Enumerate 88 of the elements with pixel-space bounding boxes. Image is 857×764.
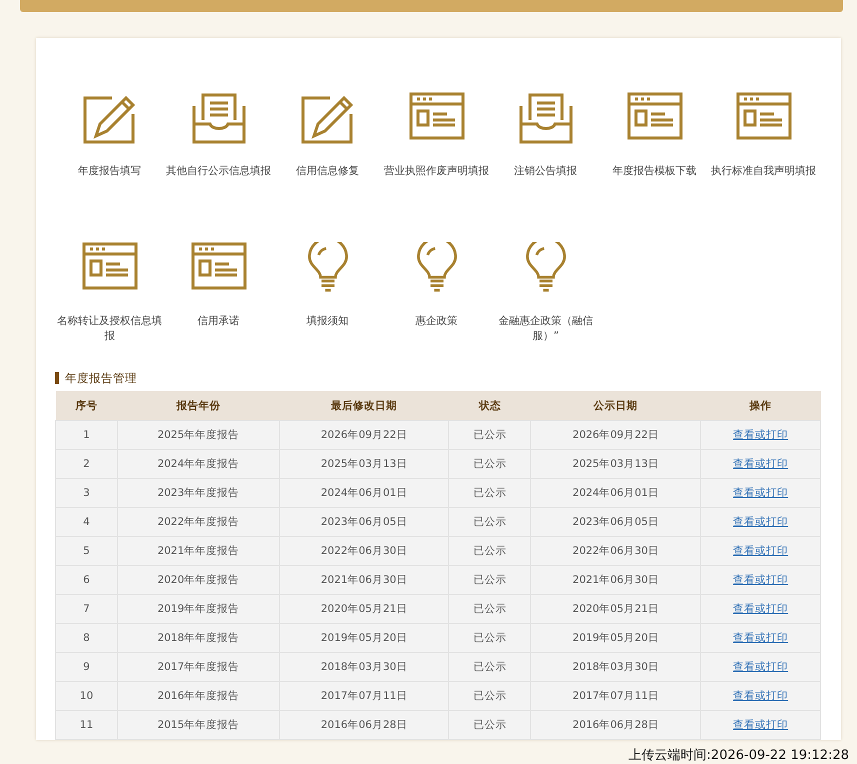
shortcut-item[interactable]: 填报须知 — [273, 232, 382, 362]
table-cell: 2023年06月05日 — [530, 508, 701, 536]
table-cell: 2019年05月20日 — [530, 624, 701, 652]
table-cell: 已公示 — [448, 682, 531, 710]
inbox-icon — [190, 92, 246, 144]
table-cell: 2020年05月21日 — [279, 594, 449, 624]
table-cell: 2025年年度报告 — [117, 420, 280, 450]
shortcut-item[interactable]: 信用信息修复 — [273, 82, 382, 212]
view-print-link[interactable]: 查看或打印 — [733, 516, 788, 528]
table-cell: 2024年年度报告 — [117, 450, 280, 478]
table-cell: 已公示 — [448, 478, 531, 508]
table-cell: 已公示 — [448, 566, 531, 594]
table-cell: 2016年06月28日 — [279, 710, 449, 740]
table-cell: 2020年05月21日 — [530, 594, 701, 624]
view-print-link[interactable]: 查看或打印 — [733, 632, 788, 644]
table-cell: 2018年年度报告 — [117, 624, 280, 652]
view-print-link[interactable]: 查看或打印 — [733, 719, 788, 731]
table-cell: 2021年06月30日 — [530, 566, 701, 594]
table-cell: 已公示 — [448, 420, 531, 450]
view-print-link[interactable]: 查看或打印 — [733, 458, 788, 470]
table-cell: 2020年年度报告 — [117, 566, 280, 594]
table-cell: 已公示 — [448, 450, 531, 478]
table-cell: 4 — [56, 508, 118, 536]
table-cell: 2026年09月22日 — [530, 420, 701, 450]
table-cell: 2022年年度报告 — [117, 508, 280, 536]
table-cell: 已公示 — [448, 624, 531, 652]
table-cell: 2021年年度报告 — [117, 536, 280, 566]
shortcut-item[interactable]: 名称转让及授权信息填报 — [55, 232, 164, 362]
table-cell: 已公示 — [448, 536, 531, 566]
shortcut-item[interactable]: 金融惠企政策（融信服）” — [491, 232, 600, 362]
table-cell: 2017年年度报告 — [117, 652, 280, 682]
table-cell: 3 — [56, 478, 118, 508]
shortcut-item[interactable]: 信用承诺 — [164, 232, 273, 362]
table-cell: 2 — [56, 450, 118, 478]
table-cell: 已公示 — [448, 652, 531, 682]
upload-time-label: 上传云端时间:2026-09-22 19:12:28 — [628, 748, 850, 763]
table-cell: 2021年06月30日 — [279, 566, 449, 594]
shortcut-item[interactable]: 注销公告填报 — [491, 82, 600, 212]
shortcut-item[interactable]: 其他自行公示信息填报 — [164, 82, 273, 212]
table-cell: 5 — [56, 536, 118, 566]
view-print-link[interactable]: 查看或打印 — [733, 603, 788, 615]
table-cell: 已公示 — [448, 710, 531, 740]
table-cell: 10 — [56, 682, 118, 710]
view-print-link[interactable]: 查看或打印 — [733, 429, 788, 441]
table-cell: 2017年07月11日 — [279, 682, 449, 710]
shortcut-item[interactable]: 惠企政策 — [382, 232, 491, 362]
table-cell: 已公示 — [448, 508, 531, 536]
table-cell: 2017年07月11日 — [530, 682, 701, 710]
table-cell: 2016年06月28日 — [530, 710, 701, 740]
column-header: 状态 — [448, 391, 531, 420]
table-cell: 2019年05月20日 — [279, 624, 449, 652]
table-cell: 2025年03月13日 — [530, 450, 701, 478]
table-cell: 7 — [56, 594, 118, 624]
table-cell: 2025年03月13日 — [279, 450, 449, 478]
table-cell: 已公示 — [448, 594, 531, 624]
table-cell: 2018年03月30日 — [279, 652, 449, 682]
table-cell: 2015年年度报告 — [117, 710, 280, 740]
table-cell: 2016年年度报告 — [117, 682, 280, 710]
view-print-link[interactable]: 查看或打印 — [733, 661, 788, 673]
table-cell: 9 — [56, 652, 118, 682]
table-cell: 8 — [56, 624, 118, 652]
table-cell: 2026年09月22日 — [279, 420, 449, 450]
view-print-link[interactable]: 查看或打印 — [733, 574, 788, 586]
view-print-link[interactable]: 查看或打印 — [733, 690, 788, 702]
shortcut-item[interactable]: 营业执照作废声明填报 — [382, 82, 491, 212]
table-cell: 2022年06月30日 — [279, 536, 449, 566]
table-cell: 2019年年度报告 — [117, 594, 280, 624]
table-cell: 2024年06月01日 — [279, 478, 449, 508]
column-header: 序号 — [56, 391, 118, 420]
column-header: 最后修改日期 — [279, 391, 449, 420]
column-header: 公示日期 — [530, 391, 701, 420]
table-cell: 2023年06月05日 — [279, 508, 449, 536]
shortcut-item[interactable]: 年度报告填写 — [55, 82, 164, 212]
column-header: 操作 — [700, 391, 820, 420]
view-print-link[interactable]: 查看或打印 — [733, 545, 788, 557]
section-title: 年度报告管理 — [55, 372, 821, 384]
view-print-link[interactable]: 查看或打印 — [733, 487, 788, 499]
table-cell: 2022年06月30日 — [530, 536, 701, 566]
inbox-icon — [518, 92, 574, 144]
shortcut-item[interactable]: 年度报告模板下载 — [600, 82, 709, 212]
table-cell: 2018年03月30日 — [530, 652, 701, 682]
table-cell: 1 — [56, 420, 118, 450]
table-cell: 2023年年度报告 — [117, 478, 280, 508]
column-header: 报告年份 — [117, 391, 280, 420]
shortcut-item[interactable]: 执行标准自我声明填报 — [709, 82, 818, 212]
table-cell: 11 — [56, 710, 118, 740]
table-cell: 6 — [56, 566, 118, 594]
table-cell: 2024年06月01日 — [530, 478, 701, 508]
